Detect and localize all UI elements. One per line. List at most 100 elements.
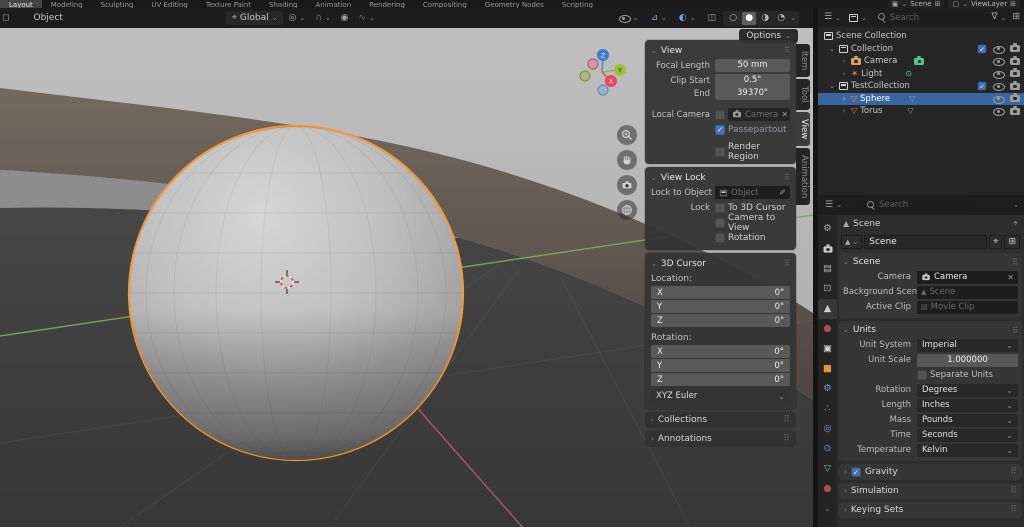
new-viewlayer-icon[interactable]: ⊞ [1010,1,1016,8]
time-dropdown[interactable]: Seconds [917,429,1018,442]
sphere-object[interactable] [128,126,464,460]
eye-icon[interactable] [993,69,1004,78]
separate-units-checkbox[interactable] [917,370,927,380]
scene-selector[interactable]: ▣⌄ Scene ⊞ [888,0,945,8]
close-icon[interactable]: ✕ [1007,273,1014,282]
collection-exclude-checkbox[interactable]: ✓ [978,82,987,91]
workspace-tab-layout[interactable]: Layout [0,0,42,8]
tab-scene-properties[interactable]: ▲ [818,299,837,319]
cursor-rot-z[interactable]: Z 0° [651,373,790,386]
tab-constraint-properties[interactable]: ⊙ [818,439,837,459]
perspective-toggle-button[interactable] [617,200,637,220]
eye-icon[interactable] [993,82,1004,91]
eye-icon[interactable] [993,107,1004,116]
tab-tool[interactable]: Tool [796,79,810,110]
lock-to-object-field[interactable]: Object ✐ [715,186,790,199]
outliner-row-sphere[interactable]: › ▽ Sphere ▽ [818,93,1024,106]
lock-3d-cursor-checkbox[interactable] [715,203,725,213]
tab-view[interactable]: View [796,112,810,146]
viewlayer-selector[interactable]: ▢⌄ ViewLayer ⊞ [948,0,1020,8]
cursor-loc-x[interactable]: X 0" [651,286,790,299]
collapse-icon[interactable]: ⌄ [828,82,836,90]
cursor-loc-z[interactable]: Z 0" [651,314,790,327]
cursor-rot-y[interactable]: Y 0° [651,359,790,372]
panel-grip-icon[interactable]: ⠿ [783,415,790,425]
tab-world-properties[interactable]: ● [818,319,837,339]
breadcrumb-scene[interactable]: Scene [853,219,880,229]
unit-scale-field[interactable]: 1.000000 [917,354,1018,367]
tab-item[interactable]: Item [796,44,810,77]
camera-restrict-icon[interactable] [1010,70,1020,77]
chevron-down-icon[interactable]: ⌄ [1013,203,1019,207]
clip-start-field[interactable]: 0.5" [715,74,790,87]
panel-units-header[interactable]: ⌄ Units ⠿ [843,323,1018,337]
camera-field[interactable]: Camera ✕ [917,271,1018,284]
camera-restrict-icon[interactable] [1010,45,1020,52]
datablock-browse-button[interactable]: ▲ ⌄ [841,235,862,249]
outliner-filter-dropdown[interactable]: ∇ ⌄ [990,12,1009,23]
panel-grip-icon[interactable]: ⠿ [784,259,790,268]
outliner-row-scene-collection[interactable]: Scene Collection [818,30,1024,43]
panel-gravity[interactable]: › ✓ Gravity ⠿ [839,464,1022,480]
transform-orientation-dropdown[interactable]: ⌖ Global ⌄ [226,11,284,25]
properties-search-input[interactable] [879,200,965,210]
temperature-dropdown[interactable]: Kelvin [917,444,1018,457]
proportional-editing-toggle[interactable]: ◉ [336,12,354,25]
cursor-rot-x[interactable]: X 0° [651,345,790,358]
mass-dropdown[interactable]: Pounds [917,414,1018,427]
datablock-new-button[interactable]: ⊞ [1004,235,1020,249]
panel-grip-icon[interactable]: ⠿ [1012,258,1018,267]
background-scene-field[interactable]: ▲ Scene [917,286,1018,299]
focal-length-field[interactable]: 50 mm [715,59,790,72]
tab-viewlayer-properties[interactable]: ⊡ [818,279,837,299]
outliner-row-camera[interactable]: › Camera [818,55,1024,68]
workspace-tab-sculpting[interactable]: Sculpting [92,0,143,8]
panel-grip-icon[interactable]: ⠿ [1010,505,1017,515]
tab-data-properties[interactable]: ▽ [818,459,837,479]
overlays-dropdown[interactable]: ◐ ⌄ [674,12,701,25]
zoom-button[interactable] [617,125,637,145]
active-clip-field[interactable]: ▤ Movie Clip [917,301,1018,314]
outliner-search[interactable] [873,11,986,24]
workspace-tab-compositing[interactable]: Compositing [414,0,476,8]
collapse-icon[interactable]: ⌄ [828,45,836,53]
rotation-dropdown[interactable]: Degrees [917,384,1018,397]
panel-grip-icon[interactable]: ⠿ [1010,467,1017,477]
length-dropdown[interactable]: Inches [917,399,1018,412]
new-scene-icon[interactable]: ⊞ [935,1,941,8]
camera-restrict-icon[interactable] [1010,83,1020,90]
outliner-search-input[interactable] [890,13,981,23]
render-region-checkbox[interactable] [715,147,725,157]
properties-search[interactable] [862,199,970,212]
panel-scene-header[interactable]: ⌄ Scene ⠿ [843,255,1018,269]
object-visibility-dropdown[interactable]: ⌄ [614,12,644,25]
panel-annotations[interactable]: › Annotations ⠿ [645,431,796,447]
workspace-tab-shading[interactable]: Shading [260,0,306,8]
pivot-point-dropdown[interactable]: ◎ ⌄ [283,12,310,25]
shading-solid-button[interactable]: ● [742,12,756,25]
panel-view-lock-header[interactable]: ⌄ View Lock ⠿ [651,171,790,184]
expand-icon[interactable]: › [840,95,848,103]
outliner-row-collection[interactable]: ⌄ Collection ✓ [818,43,1024,56]
tab-particle-properties[interactable]: ∴ [818,399,837,419]
camera-restrict-icon[interactable] [1010,58,1020,65]
camera-restrict-icon[interactable] [1010,108,1020,115]
workspace-tab-rendering[interactable]: Rendering [360,0,414,8]
panel-grip-icon[interactable]: ⠿ [784,46,790,55]
collection-exclude-checkbox[interactable]: ✓ [978,45,987,54]
falloff-dropdown[interactable]: ∿ ⌄ [354,12,380,25]
tab-collection-properties[interactable]: ▣ [818,339,837,359]
gizmo-z-neg[interactable] [598,85,608,95]
mode-dropdown[interactable]: ◻ [0,12,14,25]
workspace-tab-scripting[interactable]: Scripting [553,0,602,8]
datablock-pin-button[interactable]: ⌖ [989,235,1002,249]
unit-system-dropdown[interactable]: Imperial [917,339,1018,352]
eye-icon[interactable] [993,94,1004,103]
pan-button[interactable] [617,150,637,170]
panel-grip-icon[interactable]: ⠿ [784,173,790,182]
expand-icon[interactable]: › [840,107,848,115]
panel-grip-icon[interactable]: ⠿ [783,434,790,444]
properties-editor-dropdown[interactable]: ☰ ⌄ [823,200,844,211]
gizmo-y-neg[interactable] [580,71,590,81]
clip-end-field[interactable]: 39370" [715,87,790,100]
